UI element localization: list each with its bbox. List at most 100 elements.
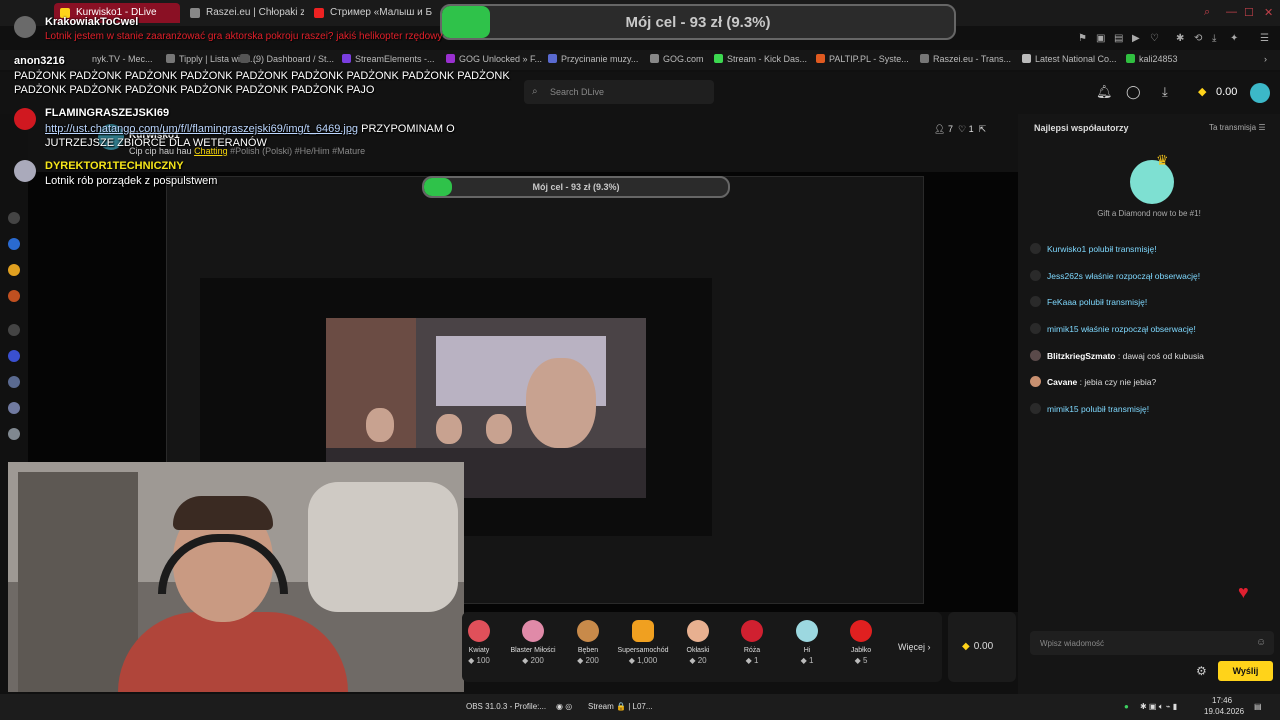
gift-item[interactable]: Bęben ◆ 200 [561, 620, 615, 665]
chat-username[interactable]: Jess262s [1047, 271, 1083, 281]
taskbar-stream[interactable]: Stream 🔒 | L07... [588, 702, 653, 711]
bookmark-icon[interactable]: ⚑ [1078, 33, 1087, 44]
sidebar-channel-icon[interactable] [8, 350, 20, 362]
search-placeholder: Search DLive [550, 87, 605, 97]
gift-item[interactable]: Róża ◆ 1 [725, 620, 779, 665]
notification-icon[interactable]: ▤ [1254, 702, 1262, 711]
sidebar-channel-icon[interactable] [8, 428, 20, 440]
search-input[interactable]: ⌕ Search DLive [524, 80, 714, 104]
gift-item[interactable]: Hi ◆ 1 [780, 620, 834, 665]
bookmark-item[interactable]: GOG.com [650, 54, 704, 64]
hi-icon [796, 620, 818, 642]
minimize-icon[interactable]: — [1226, 6, 1237, 18]
gift-item[interactable]: Okłaski ◆ 20 [671, 620, 725, 665]
overlay-username: DYREKTOR1TECHNICZNY [45, 160, 184, 172]
bookmark-label: Przycinanie muzy... [561, 54, 639, 64]
ai-icon[interactable]: ✦ [1230, 33, 1238, 44]
chat-input-placeholder: Wpisz wiadomość [1040, 639, 1105, 648]
share-icon[interactable]: ⇱ [979, 124, 987, 134]
sidebar-channel-icon[interactable] [8, 290, 20, 302]
chat-input[interactable]: Wpisz wiadomość [1030, 631, 1274, 655]
bookmark-item[interactable]: kali24853 [1126, 54, 1178, 64]
flowers-icon [468, 620, 490, 642]
gift-price: ◆ 20 [689, 656, 707, 665]
sidebar-channel-icon[interactable] [8, 238, 20, 250]
overlay-avatar [14, 160, 36, 182]
emoji-icon[interactable]: ☺ [1256, 637, 1266, 648]
overlay-link[interactable]: http://ust.chatango.com/um/f/l/flamingra… [45, 123, 358, 135]
overlay-username: FLAMINGRASZEJSKI69 [45, 107, 170, 119]
gift-name: Kwiaty [468, 647, 490, 654]
history-icon[interactable]: ⟲ [1194, 33, 1202, 44]
gear-icon[interactable]: ⚙ [1196, 664, 1207, 678]
chat-username[interactable]: Cavane [1047, 377, 1077, 387]
maximize-icon[interactable]: ☐ [1244, 6, 1254, 19]
menu-icon[interactable]: ☰ [1260, 33, 1269, 44]
taskbar: OBS 31.0.3 - Profile:... ◉ ◎ Stream 🔒 | … [0, 694, 1280, 720]
gift-item[interactable]: Supersamochód ◆ 1,000 [616, 620, 670, 665]
play-icon[interactable]: ▶ [1132, 33, 1140, 44]
sidebar-channel-icon[interactable] [8, 212, 20, 224]
bookmark-label: Raszei.eu - Trans... [933, 54, 1012, 64]
gift-bar: Kwiaty ◆ 100 Blaster Miłości ◆ 200 Bęben… [462, 612, 942, 682]
this-stream-link[interactable]: Ta transmisja ☰ [1209, 123, 1266, 132]
sidebar-channel-icon[interactable] [8, 324, 20, 336]
tray-status-icon[interactable]: ● [1124, 702, 1129, 711]
bookmarks-more-icon[interactable]: › [1264, 54, 1267, 64]
send-button[interactable]: Wyślij [1218, 661, 1273, 681]
user-icon [1030, 403, 1041, 415]
goal-bar-nested: Mój cel - 93 zł (9.3%) [422, 176, 730, 198]
notification-bell-icon[interactable]: 🔔︎ [1096, 84, 1113, 100]
sidebar-channel-icon[interactable] [8, 264, 20, 276]
heart-icon[interactable]: ♡ [1150, 33, 1159, 44]
bookmark-item[interactable]: Przycinanie muzy... [548, 54, 638, 64]
bookmark-item[interactable]: PALTIP.PL - Syste... [816, 54, 909, 64]
gift-name: Bęben [577, 647, 599, 654]
bookmark-label: Stream - Kick Das... [727, 54, 808, 64]
heart-icon[interactable]: ♥ [1238, 582, 1249, 603]
avatar[interactable] [1250, 83, 1270, 103]
gift-item[interactable]: Kwiaty ◆ 100 [452, 620, 506, 665]
taskbar-browser-icon[interactable]: ◉ ◎ [556, 702, 572, 711]
close-icon[interactable]: ✕ [1264, 6, 1273, 19]
chat-username[interactable]: Kurwisko1 [1047, 244, 1086, 254]
shirt [118, 612, 348, 692]
bookmark-label: kali24853 [1139, 54, 1178, 64]
chat-username[interactable]: FeKaaa [1047, 297, 1077, 307]
bookmark-item[interactable]: (9) Dashboard / St... [240, 54, 334, 64]
webcam-feed [8, 462, 464, 692]
chat-username[interactable]: mimik15 [1047, 404, 1079, 414]
tab-raszei[interactable]: Raszei.eu | Chłopaki z Ra [184, 3, 304, 23]
download-icon[interactable]: ⤓ [1162, 84, 1168, 100]
user-avatar [1030, 349, 1041, 361]
chat-bubble-icon[interactable]: ◯ [1126, 84, 1141, 100]
download-icon[interactable]: ⤓ [1212, 33, 1216, 44]
bookmark-item[interactable]: Raszei.eu - Trans... [920, 54, 1011, 64]
bookmark-item[interactable]: GOG Unlocked » F... [446, 54, 542, 64]
gift-item[interactable]: Blaster Miłości ◆ 200 [506, 620, 560, 665]
taskbar-obs[interactable]: OBS 31.0.3 - Profile:... [466, 702, 546, 711]
tray-icons[interactable]: ✱ ▣ 🔈︎ ⌁ ▮ [1140, 702, 1177, 712]
gift-item[interactable]: Jabłko ◆ 5 [834, 620, 888, 665]
tab-youtube[interactable]: Стример «Малыш и Бриг [308, 3, 432, 23]
bookmark-item[interactable]: StreamElements -... [342, 54, 435, 64]
search-tabs-icon[interactable]: ⌕ [1204, 6, 1210, 19]
more-gifts-button[interactable]: Więcej › [898, 642, 931, 652]
gift-price: ◆ 100 [468, 656, 490, 665]
sidebar-icon[interactable]: ▤ [1114, 33, 1123, 44]
chat-username[interactable]: BlitzkriegSzmato [1047, 351, 1116, 361]
like-icon[interactable]: ♡ [958, 124, 966, 134]
sidebar-channel-icon[interactable] [8, 402, 20, 414]
wallet-box[interactable]: ◆ 0.00 [948, 612, 1016, 682]
bookmark-item[interactable]: Latest National Co... [1022, 54, 1117, 64]
chat-username[interactable]: mimik15 [1047, 324, 1079, 334]
gift-price: ◆ 5 [854, 656, 868, 665]
sidebar-channel-icon[interactable] [8, 376, 20, 388]
gift-price-value: 1,000 [637, 656, 658, 665]
bookmark-item[interactable]: Stream - Kick Das... [714, 54, 807, 64]
gift-price-value: 100 [476, 656, 490, 665]
screenshot-icon[interactable]: ▣ [1096, 33, 1105, 44]
rose-icon [741, 620, 763, 642]
bookmark-item[interactable]: nyk.TV - Mec... [92, 54, 153, 64]
extensions-icon[interactable]: ✱ [1176, 33, 1184, 44]
